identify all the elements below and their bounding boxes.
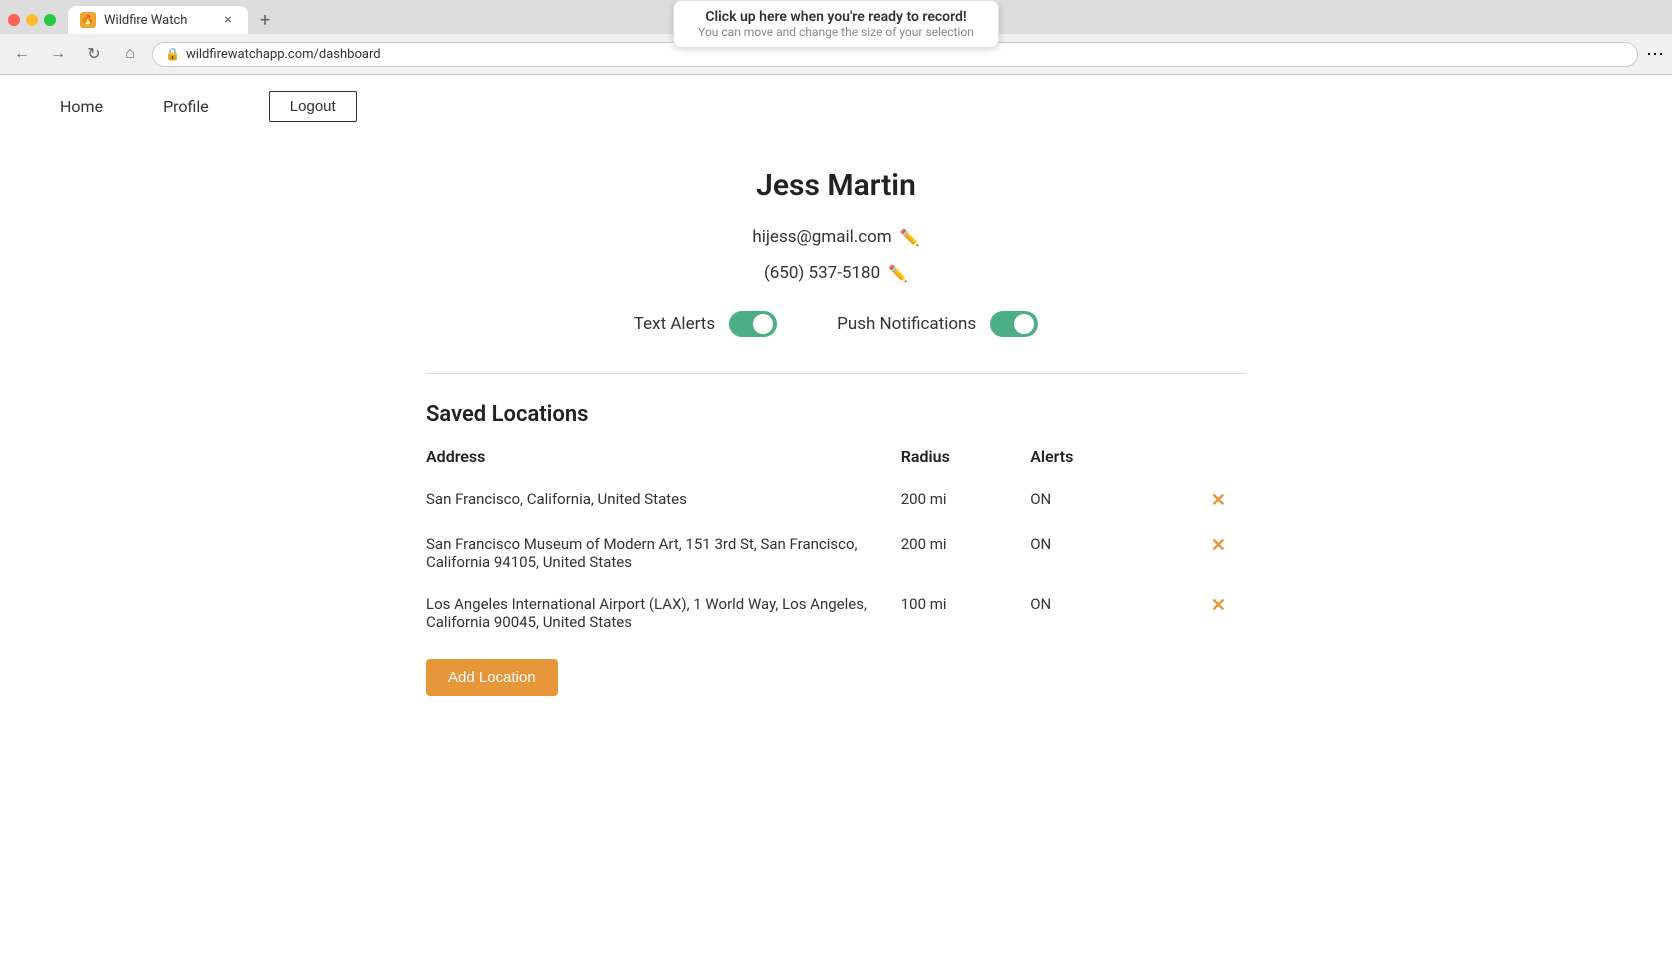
saved-locations-title: Saved Locations [426, 402, 1246, 427]
table-header-row: Address Radius Alerts [426, 447, 1246, 478]
text-alerts-slider [729, 311, 777, 337]
text-alerts-toggle[interactable] [729, 311, 777, 337]
user-email: hijess@gmail.com [752, 227, 891, 247]
push-notifications-slider [990, 311, 1038, 337]
delete-location-button-2[interactable]: ✕ [1211, 595, 1226, 616]
table-row: Los Angeles International Airport (LAX),… [426, 583, 1246, 643]
col-header-delete [1160, 447, 1246, 478]
user-name: Jess Martin [426, 168, 1246, 203]
profile-nav-link[interactable]: Profile [163, 97, 209, 116]
page-wrapper: Home Profile Logout Jess Martin hijess@g… [0, 75, 1672, 961]
location-alerts-1: ON [1030, 523, 1159, 583]
phone-row: (650) 537-5180 ✏️ [426, 263, 1246, 283]
push-notifications-label: Push Notifications [837, 314, 976, 334]
tab-title: Wildfire Watch [104, 13, 212, 28]
locations-table: Address Radius Alerts San Francisco, Cal… [426, 447, 1246, 643]
tab-favicon: 🔥 [80, 12, 96, 28]
location-address-2: Los Angeles International Airport (LAX),… [426, 583, 901, 643]
location-alerts-0: ON [1030, 478, 1159, 523]
text-alerts-group: Text Alerts [634, 311, 777, 337]
url-text: wildfirewatchapp.com/dashboard [186, 47, 381, 62]
minimize-window-button[interactable] [26, 14, 38, 26]
location-address-0: San Francisco, California, United States [426, 478, 901, 523]
delete-location-button-1[interactable]: ✕ [1211, 535, 1226, 556]
push-notifications-group: Push Notifications [837, 311, 1038, 337]
new-tab-button[interactable]: + [252, 8, 278, 33]
close-window-button[interactable] [8, 14, 20, 26]
saved-locations-section: Saved Locations Address Radius Alerts Sa… [426, 402, 1246, 696]
logout-button[interactable]: Logout [269, 91, 357, 122]
col-header-radius: Radius [901, 447, 1030, 478]
location-radius-2: 100 mi [901, 583, 1030, 643]
maximize-window-button[interactable] [44, 14, 56, 26]
forward-button[interactable]: → [44, 40, 72, 68]
location-alerts-2: ON [1030, 583, 1159, 643]
text-alerts-label: Text Alerts [634, 314, 715, 334]
recording-banner-sub: You can move and change the size of your… [698, 25, 974, 39]
divider [426, 373, 1246, 374]
table-row: San Francisco Museum of Modern Art, 151 … [426, 523, 1246, 583]
recording-banner: Click up here when you're ready to recor… [673, 0, 999, 48]
browser-extensions: ⋯ [1646, 44, 1664, 65]
user-phone: (650) 537-5180 [764, 263, 880, 283]
extensions-area[interactable]: ⋯ [1646, 44, 1664, 65]
recording-banner-main: Click up here when you're ready to recor… [698, 9, 974, 25]
edit-email-icon[interactable]: ✏️ [900, 228, 920, 247]
location-radius-0: 200 mi [901, 478, 1030, 523]
location-address-1: San Francisco Museum of Modern Art, 151 … [426, 523, 901, 583]
browser-controls [8, 14, 56, 26]
browser-tab-active[interactable]: 🔥 Wildfire Watch × [68, 6, 248, 34]
location-radius-1: 200 mi [901, 523, 1030, 583]
col-header-address: Address [426, 447, 901, 478]
col-header-alerts: Alerts [1030, 447, 1159, 478]
delete-location-button-0[interactable]: ✕ [1211, 490, 1226, 511]
lock-icon: 🔒 [165, 47, 180, 61]
email-row: hijess@gmail.com ✏️ [426, 227, 1246, 247]
table-row: San Francisco, California, United States… [426, 478, 1246, 523]
refresh-button[interactable]: ↻ [80, 40, 108, 68]
add-location-button[interactable]: Add Location [426, 659, 558, 696]
home-nav-button[interactable]: ⌂ [116, 40, 144, 68]
edit-phone-icon[interactable]: ✏️ [888, 264, 908, 283]
toggles-row: Text Alerts Push Notifications [426, 311, 1246, 337]
navigation: Home Profile Logout [0, 75, 1672, 138]
tab-close-button[interactable]: × [220, 12, 236, 28]
back-button[interactable]: ← [8, 40, 36, 68]
home-nav-link[interactable]: Home [60, 97, 103, 116]
main-content: Jess Martin hijess@gmail.com ✏️ (650) 53… [386, 138, 1286, 726]
push-notifications-toggle[interactable] [990, 311, 1038, 337]
